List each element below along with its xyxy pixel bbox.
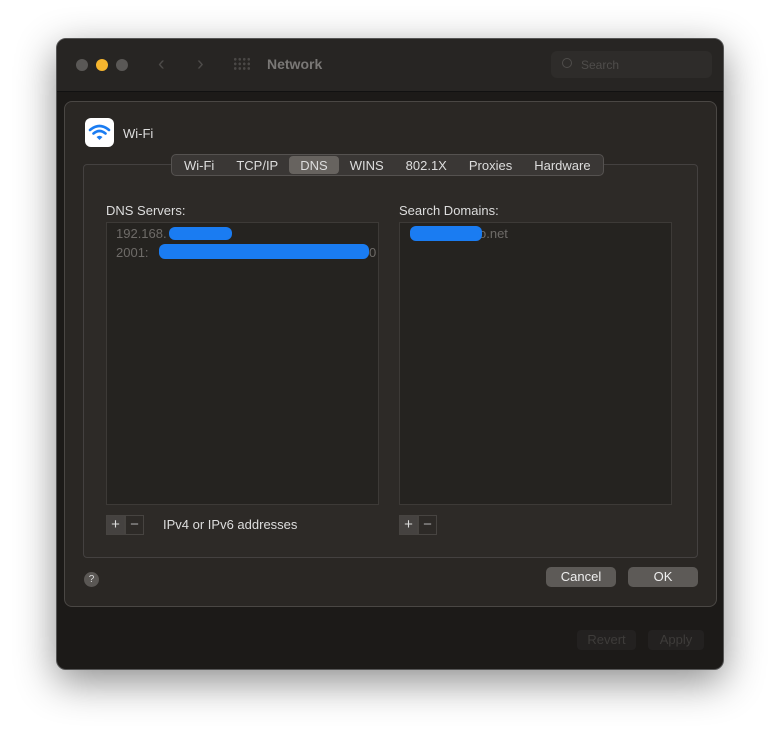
help-button[interactable]: ? <box>84 572 99 587</box>
list-item[interactable]: o.net <box>400 224 671 243</box>
ok-button[interactable]: OK <box>628 567 698 587</box>
redaction <box>169 227 232 240</box>
interface-name: Wi-Fi <box>123 126 154 141</box>
tab-wifi[interactable]: Wi-Fi <box>173 156 225 174</box>
add-domain-button[interactable]: + <box>399 515 418 535</box>
cancel-button[interactable]: Cancel <box>546 567 616 587</box>
list-item[interactable]: 2001: 0 <box>107 243 378 262</box>
tab-proxies[interactable]: Proxies <box>458 156 523 174</box>
tab-bar: Wi-Fi TCP/IP DNS WINS 802.1X Proxies Har… <box>171 154 604 176</box>
add-dns-button[interactable]: + <box>106 515 125 535</box>
tab-hardware[interactable]: Hardware <box>523 156 601 174</box>
dns-hint: IPv4 or IPv6 addresses <box>163 517 298 532</box>
redaction <box>159 244 369 259</box>
revert-button[interactable]: Revert <box>577 630 636 650</box>
close-button[interactable] <box>76 59 88 71</box>
tab-tcpip[interactable]: TCP/IP <box>225 156 289 174</box>
search-placeholder: Search <box>581 58 620 72</box>
show-all-grid-icon[interactable] <box>233 57 251 71</box>
tab-wins[interactable]: WINS <box>339 156 395 174</box>
dns-servers-label: DNS Servers: <box>106 203 186 218</box>
list-item[interactable]: 192.168. <box>107 224 378 243</box>
search-input[interactable]: Search <box>551 51 712 78</box>
apply-button[interactable]: Apply <box>648 630 704 650</box>
dns-sheet: Wi-Fi DNS Servers: Search Domains: 192.1… <box>64 101 717 607</box>
remove-domain-button[interactable]: − <box>418 515 437 535</box>
domain-add-remove: + − <box>399 515 437 535</box>
search-domains-label: Search Domains: <box>399 203 499 218</box>
zoom-button[interactable] <box>116 59 128 71</box>
wifi-icon <box>85 118 114 147</box>
search-domains-list[interactable]: o.net <box>399 222 672 505</box>
dns-servers-list[interactable]: 192.168. 2001: 0 <box>106 222 379 505</box>
minimize-button[interactable] <box>96 59 108 71</box>
search-icon <box>562 58 572 68</box>
back-icon[interactable]: ‹ <box>158 53 165 76</box>
window-title: Network <box>267 56 323 72</box>
forward-icon[interactable]: › <box>197 53 204 76</box>
remove-dns-button[interactable]: − <box>125 515 144 535</box>
titlebar: ‹ › Network Search <box>57 39 723 92</box>
redaction <box>410 226 482 241</box>
tab-8021x[interactable]: 802.1X <box>395 156 458 174</box>
dns-add-remove: + − <box>106 515 144 535</box>
tab-dns[interactable]: DNS <box>289 156 339 174</box>
tab-content: DNS Servers: Search Domains: 192.168. 20… <box>83 164 698 558</box>
